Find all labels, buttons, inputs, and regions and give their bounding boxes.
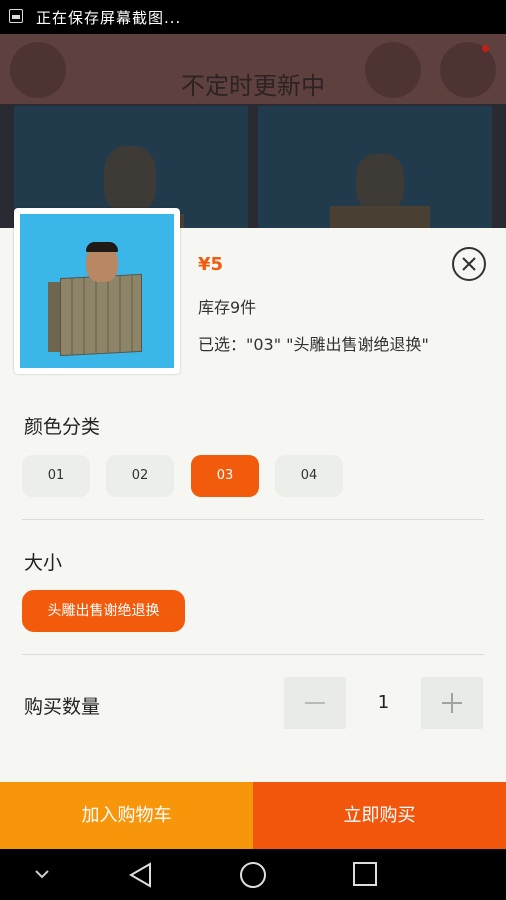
product-photo	[20, 214, 174, 368]
divider	[22, 519, 484, 520]
size-option[interactable]: 头雕出售谢绝退换	[22, 590, 185, 632]
size-section-title: 大小	[24, 552, 63, 574]
recents-icon[interactable]	[352, 861, 378, 887]
home-icon[interactable]	[239, 861, 267, 889]
notification-dot	[482, 45, 489, 52]
color-option-04[interactable]: 04	[275, 455, 343, 497]
close-button[interactable]	[452, 247, 486, 281]
background-header: 不定时更新中	[0, 34, 506, 104]
screenshot-icon	[9, 9, 23, 23]
add-to-cart-button[interactable]: 加入购物车	[0, 782, 253, 849]
bust-image	[104, 146, 156, 212]
divider	[22, 654, 484, 655]
color-option-01[interactable]: 01	[22, 455, 90, 497]
status-bar: 正在保存屏幕截图...	[0, 0, 506, 34]
color-option-03[interactable]: 03	[191, 455, 259, 497]
product-stock: 库存9件	[198, 298, 257, 317]
quantity-value[interactable]: 1	[346, 677, 421, 729]
buy-now-button[interactable]: 立即购买	[253, 782, 506, 849]
chevron-down-icon[interactable]	[34, 869, 50, 879]
color-section-title: 颜色分类	[24, 416, 101, 438]
background-tile	[258, 106, 492, 228]
system-nav-bar	[0, 849, 506, 900]
color-option-02[interactable]: 02	[106, 455, 174, 497]
close-icon	[462, 257, 476, 271]
selected-spec: 已选："03" "头雕出售谢绝退换"	[198, 335, 429, 354]
product-price: ¥5	[198, 254, 224, 275]
background-app: 不定时更新中	[0, 34, 506, 228]
quantity-decrease-button[interactable]	[284, 677, 346, 729]
back-icon[interactable]	[128, 861, 154, 889]
status-text: 正在保存屏幕截图...	[36, 9, 182, 27]
product-thumbnail	[14, 208, 180, 374]
quantity-increase-button[interactable]	[421, 677, 483, 729]
bust-image	[356, 154, 404, 210]
quantity-label: 购买数量	[24, 696, 101, 718]
background-title: 不定时更新中	[181, 72, 325, 100]
